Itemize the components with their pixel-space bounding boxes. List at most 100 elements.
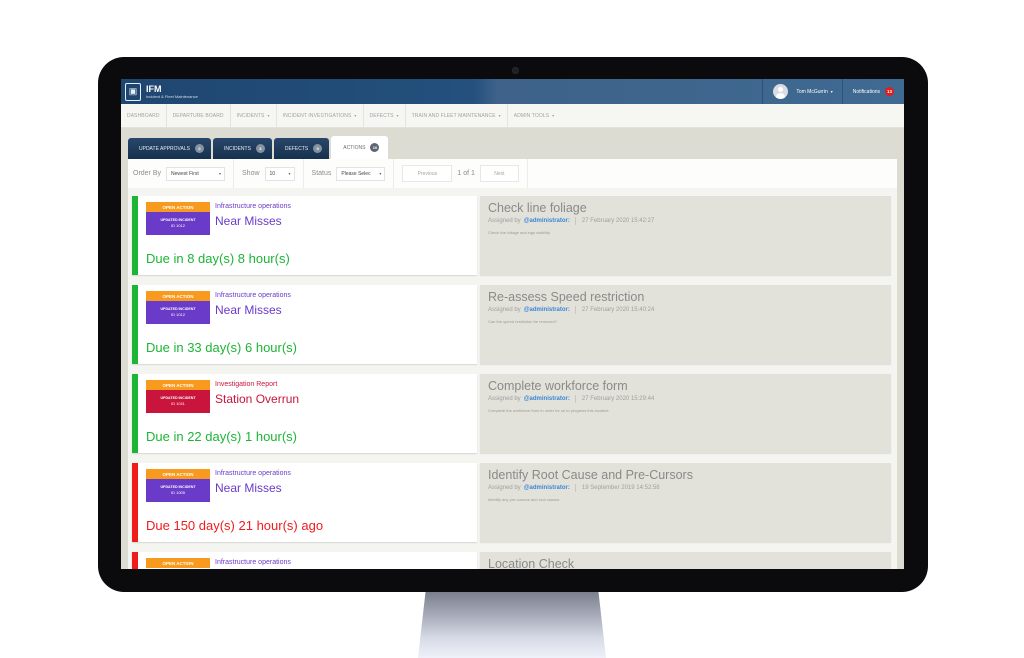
order-by-select[interactable]: Newest First ▾ (166, 166, 226, 181)
divider (574, 306, 576, 314)
incident-panel[interactable]: OPEN ACTION UPDATED INCIDENT ID 1012 Inf… (132, 285, 477, 364)
assigned-line: Assigned by @administrator: 27 February … (488, 395, 891, 403)
incident-panel[interactable]: OPEN ACTION UPDATED INCIDENT ID 1012 Inf… (132, 196, 477, 275)
tab-incidents[interactable]: INCIDENTS 3 (212, 138, 272, 159)
divider (574, 395, 576, 403)
open-action-badge: OPEN ACTION (146, 380, 210, 390)
incident-panel[interactable]: OPEN ACTION Infrastructure operations (132, 552, 477, 569)
show-select[interactable]: 10 ▾ (264, 166, 295, 181)
assigned-by-link[interactable]: @administrator: (524, 485, 570, 491)
tab-actions[interactable]: ACTIONS 10 (331, 136, 389, 159)
incident-title[interactable]: Near Misses (215, 214, 282, 228)
incident-category: Infrastructure operations (215, 559, 291, 566)
notifications-label: Notifications (852, 88, 880, 95)
nav-incidents[interactable]: INCIDENTS ▾ (231, 104, 277, 127)
updated-incident-badge: UPDATED INCIDENT ID 1005 (146, 479, 210, 502)
action-details[interactable]: Complete workforce form Assigned by @adm… (480, 374, 891, 453)
nav-departure-board[interactable]: DEPARTURE BOARD (167, 104, 231, 127)
app-subtitle: Incident & Fleet Maintenance (146, 93, 198, 99)
chevron-down-icon: ▾ (219, 171, 222, 176)
assigned-by-link[interactable]: @administrator: (524, 307, 570, 313)
assigned-by-link[interactable]: @administrator: (524, 396, 570, 402)
nav-label: INCIDENT INVESTIGATIONS (282, 112, 352, 119)
nav-dashboard[interactable]: DASHBOARD (121, 104, 167, 127)
notifications-badge: 13 (885, 87, 894, 96)
nav-incident-investigations[interactable]: INCIDENT INVESTIGATIONS ▾ (277, 104, 364, 127)
tab-label: DEFECTS (284, 145, 309, 152)
tab-count-badge: 10 (370, 143, 380, 152)
nav-label: ADMIN TOOLS (513, 112, 550, 119)
camera-icon (512, 67, 519, 74)
incident-id: ID 1011 (171, 401, 185, 407)
action-card[interactable]: OPEN ACTION UPDATED INCIDENT ID 1012 Inf… (132, 285, 897, 364)
app-title: IFM (146, 83, 162, 94)
action-title: Identify Root Cause and Pre-Cursors (488, 468, 693, 482)
incident-panel[interactable]: OPEN ACTION UPDATED INCIDENT ID 1011 Inv… (132, 374, 477, 453)
assigned-line: Assigned by @administrator: 27 February … (488, 306, 891, 314)
due-text: Due in 8 day(s) 8 hour(s) (146, 251, 290, 266)
notifications-button[interactable]: Notifications 13 (843, 87, 904, 96)
action-card[interactable]: OPEN ACTION UPDATED INCIDENT ID 1011 Inv… (132, 374, 897, 453)
action-title: Location Check (488, 557, 575, 569)
incident-id: ID 1012 (170, 223, 185, 229)
incident-title[interactable]: Near Misses (215, 303, 282, 317)
brand[interactable]: IFM Incident & Fleet Maintenance (146, 83, 198, 99)
page-indicator: 1 of 1 (457, 170, 475, 177)
incident-body: OPEN ACTION UPDATED INCIDENT ID 1011 Inv… (138, 374, 477, 453)
updated-incident-badge: UPDATED INCIDENT ID 1012 (146, 301, 210, 324)
nav-label: DEFECTS (369, 112, 394, 119)
user-menu[interactable]: Tom McGurrin ▾ (763, 84, 841, 99)
tab-label: UPDATE APPROVALS (139, 145, 190, 152)
assigned-prefix: Assigned by (488, 307, 521, 313)
open-action-badge: OPEN ACTION (146, 469, 210, 479)
tab-defects[interactable]: DEFECTS 0 (273, 138, 330, 159)
incident-category: Infrastructure operations (215, 292, 291, 299)
action-description: Can the speed restriction be removed? (488, 319, 557, 324)
tab-label: ACTIONS (343, 144, 366, 151)
chevron-down-icon: ▾ (288, 171, 291, 176)
chevron-down-icon: ▾ (396, 113, 399, 118)
incident-title[interactable]: Near Misses (215, 481, 282, 495)
nav-train-fleet-maintenance[interactable]: TRAIN AND FLEET MAINTENANCE ▾ (406, 104, 508, 127)
badges: OPEN ACTION UPDATED INCIDENT ID 1012 (146, 291, 210, 324)
action-card[interactable]: OPEN ACTION Infrastructure operations Lo… (132, 552, 897, 569)
tab-count-badge: 3 (255, 144, 265, 153)
nav-defects[interactable]: DEFECTS ▾ (364, 104, 406, 127)
tab-count-badge: 0 (194, 144, 204, 153)
action-description: Check the foliage and sign visibility (488, 230, 551, 235)
updated-incident-badge: UPDATED INCIDENT ID 1012 (146, 212, 210, 235)
tab-update-approvals[interactable]: UPDATE APPROVALS 0 (128, 138, 211, 159)
action-details[interactable]: Location Check (480, 552, 891, 569)
action-card[interactable]: OPEN ACTION UPDATED INCIDENT ID 1012 Inf… (132, 196, 897, 275)
divider (302, 159, 304, 188)
assigned-line: Assigned by @administrator: 27 February … (488, 217, 891, 225)
open-action-badge: OPEN ACTION (146, 558, 210, 568)
assigned-by-link[interactable]: @administrator: (524, 218, 570, 224)
open-action-badge: OPEN ACTION (146, 291, 210, 301)
nav-label: DASHBOARD (127, 112, 160, 119)
action-details[interactable]: Identify Root Cause and Pre-Cursors Assi… (480, 463, 891, 542)
nav-admin-tools[interactable]: ADMIN TOOLS ▾ (508, 104, 560, 127)
nav-label: TRAIN AND FLEET MAINTENANCE (411, 112, 496, 119)
incident-panel[interactable]: OPEN ACTION UPDATED INCIDENT ID 1005 Inf… (132, 463, 477, 542)
incident-category: Infrastructure operations (215, 470, 291, 477)
clipboard-train-icon[interactable]: ▣ (125, 82, 141, 101)
assigned-date: 27 February 2020 15:40:24 (581, 307, 655, 313)
assigned-prefix: Assigned by (488, 485, 521, 491)
previous-button[interactable]: Previous (402, 165, 453, 182)
incident-body: OPEN ACTION UPDATED INCIDENT ID 1012 Inf… (138, 285, 477, 364)
action-details[interactable]: Re-assess Speed restriction Assigned by … (480, 285, 891, 364)
badges: OPEN ACTION (146, 558, 210, 568)
action-details[interactable]: Check line foliage Assigned by @administ… (480, 196, 891, 275)
tab-count-badge: 0 (313, 144, 323, 153)
badges: OPEN ACTION UPDATED INCIDENT ID 1011 (146, 380, 210, 413)
incident-title[interactable]: Station Overrun (215, 392, 299, 406)
incident-id: ID 1005 (170, 490, 185, 496)
action-card[interactable]: OPEN ACTION UPDATED INCIDENT ID 1005 Inf… (132, 463, 897, 542)
status-select[interactable]: Please Selec ▾ (336, 166, 386, 181)
next-button[interactable]: Next (479, 165, 519, 182)
divider (393, 159, 395, 188)
monitor-stand (418, 592, 606, 658)
nav-label: DEPARTURE BOARD (172, 112, 224, 119)
incident-id: ID 1012 (170, 312, 185, 318)
